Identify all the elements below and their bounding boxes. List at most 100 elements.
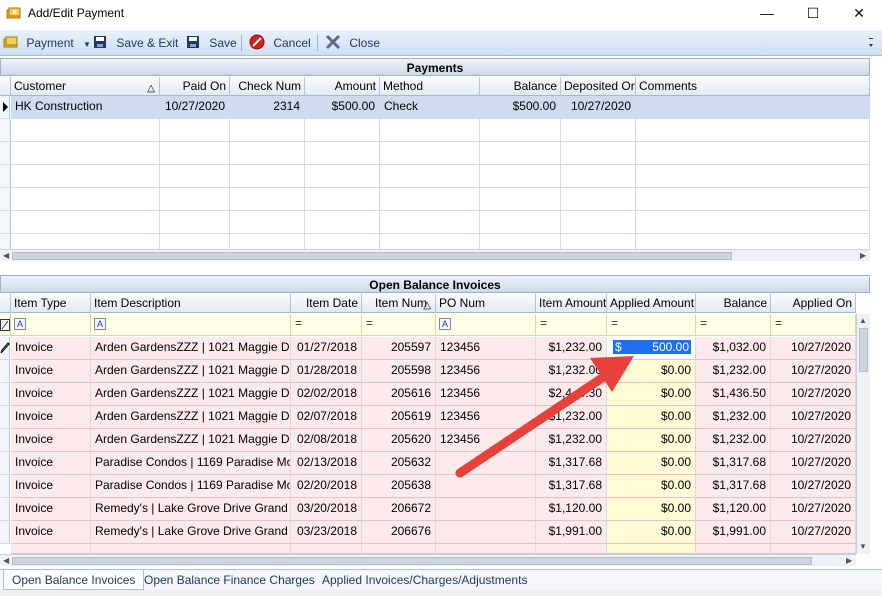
cell-item-date[interactable]: 02/08/2018: [291, 429, 362, 452]
column-header-balance[interactable]: Balance: [696, 294, 771, 313]
invoices-vertical-scrollbar[interactable]: ▲ ▼: [856, 314, 870, 554]
row-selector[interactable]: [0, 429, 10, 452]
filter-applied-amount[interactable]: =: [607, 314, 696, 336]
equals-filter-icon[interactable]: =: [366, 316, 373, 330]
column-header-paid-on[interactable]: Paid On: [160, 77, 230, 96]
cell-item-description[interactable]: Paradise Condos | 1169 Paradise Mo: [91, 452, 291, 475]
scrollbar-thumb[interactable]: [12, 252, 732, 260]
cell-balance[interactable]: $1,991.00: [696, 521, 771, 544]
column-header-applied-on[interactable]: Applied On: [771, 294, 856, 313]
save-exit-button[interactable]: Save & Exit: [93, 34, 178, 52]
column-header-balance[interactable]: Balance: [480, 77, 561, 96]
equals-filter-icon[interactable]: =: [540, 316, 547, 330]
cell-applied-on[interactable]: 10/27/2020: [771, 452, 856, 475]
cell-item-description[interactable]: Remedy's | Lake Grove Drive Grand: [91, 521, 291, 544]
cell-applied-on[interactable]: 10/27/2020: [771, 337, 856, 360]
cell-item-date[interactable]: 02/20/2018: [291, 475, 362, 498]
cell-item-num[interactable]: 205619: [362, 406, 436, 429]
row-selector[interactable]: [0, 360, 10, 383]
filter-item-date[interactable]: =: [291, 314, 362, 336]
cell-applied-on[interactable]: 10/27/2020: [771, 475, 856, 498]
cell-deposited-on[interactable]: 10/27/2020: [561, 96, 636, 119]
filter-item-type[interactable]: A: [11, 314, 91, 336]
filter-item-num[interactable]: =: [362, 314, 436, 336]
cell-applied-on[interactable]: 10/27/2020: [771, 498, 856, 521]
invoices-horizontal-scrollbar[interactable]: ◀ ▶: [0, 554, 856, 566]
cell-paid-on[interactable]: 10/27/2020: [160, 96, 230, 119]
cell-applied-on[interactable]: 10/27/2020: [771, 360, 856, 383]
cell-balance[interactable]: $500.00: [480, 96, 561, 119]
cell-check-num[interactable]: 2314: [230, 96, 305, 119]
cancel-button[interactable]: Cancel: [249, 34, 311, 52]
text-filter-icon[interactable]: A: [439, 318, 451, 330]
cell-item-amount[interactable]: $1,120.00: [536, 498, 607, 521]
cell-item-num[interactable]: 205616: [362, 383, 436, 406]
close-window-button[interactable]: ✕: [836, 0, 882, 28]
cell-balance[interactable]: $1,317.68: [696, 452, 771, 475]
column-header-item-description[interactable]: Item Description: [91, 294, 291, 313]
cell-item-type[interactable]: Invoice: [11, 521, 91, 544]
cell-balance[interactable]: $1,232.00: [696, 429, 771, 452]
minimize-button[interactable]: —: [744, 0, 790, 28]
close-button[interactable]: Close: [325, 34, 380, 52]
cell-item-type[interactable]: Invoice: [11, 498, 91, 521]
cell-item-description[interactable]: Arden GardensZZZ | 1021 Maggie Dri: [91, 383, 291, 406]
cell-item-type[interactable]: Invoice: [11, 452, 91, 475]
cell-item-type[interactable]: Invoice: [11, 383, 91, 406]
cell-balance[interactable]: $1,317.68: [696, 475, 771, 498]
cell-item-type[interactable]: Invoice: [11, 429, 91, 452]
scroll-right-icon[interactable]: ▶: [860, 251, 866, 260]
cell-item-date[interactable]: 03/20/2018: [291, 498, 362, 521]
cell-item-type[interactable]: Invoice: [11, 360, 91, 383]
filter-item-amount[interactable]: =: [536, 314, 607, 336]
cell-balance[interactable]: $1,232.00: [696, 360, 771, 383]
cell-applied-amount[interactable]: $0.00: [607, 498, 696, 521]
filter-applied-on[interactable]: =: [771, 314, 856, 336]
toolbar-overflow-icon[interactable]: [868, 35, 874, 51]
column-header-method[interactable]: Method: [380, 77, 480, 96]
payment-menu-button[interactable]: Payment ▼: [3, 34, 91, 52]
equals-filter-icon[interactable]: =: [775, 316, 782, 330]
column-header-item-type[interactable]: Item Type: [11, 294, 91, 313]
cell-balance[interactable]: $1,120.00: [696, 498, 771, 521]
row-selector[interactable]: [0, 96, 10, 119]
tab-open-balance-finance-charges[interactable]: Open Balance Finance Charges: [136, 570, 323, 590]
equals-filter-icon[interactable]: =: [295, 316, 302, 330]
cell-item-type[interactable]: Invoice: [11, 337, 91, 360]
cell-amount[interactable]: $500.00: [305, 96, 380, 119]
invoice-row[interactable]: Invoice Arden GardensZZZ | 1021 Maggie Dr…: [0, 337, 856, 360]
cell-item-type[interactable]: Invoice: [11, 406, 91, 429]
cell-balance[interactable]: $1,436.50: [696, 383, 771, 406]
column-header-applied-amount[interactable]: Applied Amount: [607, 294, 696, 313]
row-selector[interactable]: [0, 498, 10, 521]
cell-applied-on[interactable]: 10/27/2020: [771, 429, 856, 452]
cell-item-description[interactable]: Remedy's | Lake Grove Drive Grand: [91, 498, 291, 521]
cell-item-num[interactable]: 205620: [362, 429, 436, 452]
scrollbar-thumb[interactable]: [859, 328, 868, 372]
cell-item-type[interactable]: Invoice: [11, 475, 91, 498]
invoice-row[interactable]: Invoice Arden GardensZZZ | 1021 Maggie Dr…: [0, 383, 856, 406]
equals-filter-icon[interactable]: =: [700, 316, 707, 330]
cell-item-num[interactable]: 205597: [362, 337, 436, 360]
cell-item-date[interactable]: 01/28/2018: [291, 360, 362, 383]
cell-item-description[interactable]: Arden GardensZZZ | 1021 Maggie Dri: [91, 360, 291, 383]
payments-horizontal-scrollbar[interactable]: ◀ ▶: [0, 249, 870, 261]
column-header-deposited-on[interactable]: Deposited On: [561, 77, 636, 96]
invoice-row[interactable]: Invoice Arden GardensZZZ | 1021 Maggie Dr…: [0, 360, 856, 383]
cell-item-date[interactable]: 01/27/2018: [291, 337, 362, 360]
column-header-item-date[interactable]: Item Date: [291, 294, 362, 313]
cell-item-date[interactable]: 03/23/2018: [291, 521, 362, 544]
tab-applied-invoices[interactable]: Applied Invoices/Charges/Adjustments: [314, 570, 535, 590]
cell-balance[interactable]: $1,232.00: [696, 406, 771, 429]
cell-applied-amount[interactable]: $0.00: [607, 521, 696, 544]
scroll-down-icon[interactable]: ▼: [859, 542, 867, 551]
invoice-row[interactable]: Invoice Arden GardensZZZ | 1021 Maggie Dr…: [0, 429, 856, 452]
cell-customer[interactable]: HK Construction: [11, 96, 160, 119]
filter-item-description[interactable]: A: [91, 314, 291, 336]
cell-balance[interactable]: $1,032.00: [696, 337, 771, 360]
cell-item-num[interactable]: 205598: [362, 360, 436, 383]
cell-applied-on[interactable]: 10/27/2020: [771, 521, 856, 544]
cell-item-num[interactable]: 205638: [362, 475, 436, 498]
cell-method[interactable]: Check: [380, 96, 480, 119]
cell-item-num[interactable]: 206672: [362, 498, 436, 521]
